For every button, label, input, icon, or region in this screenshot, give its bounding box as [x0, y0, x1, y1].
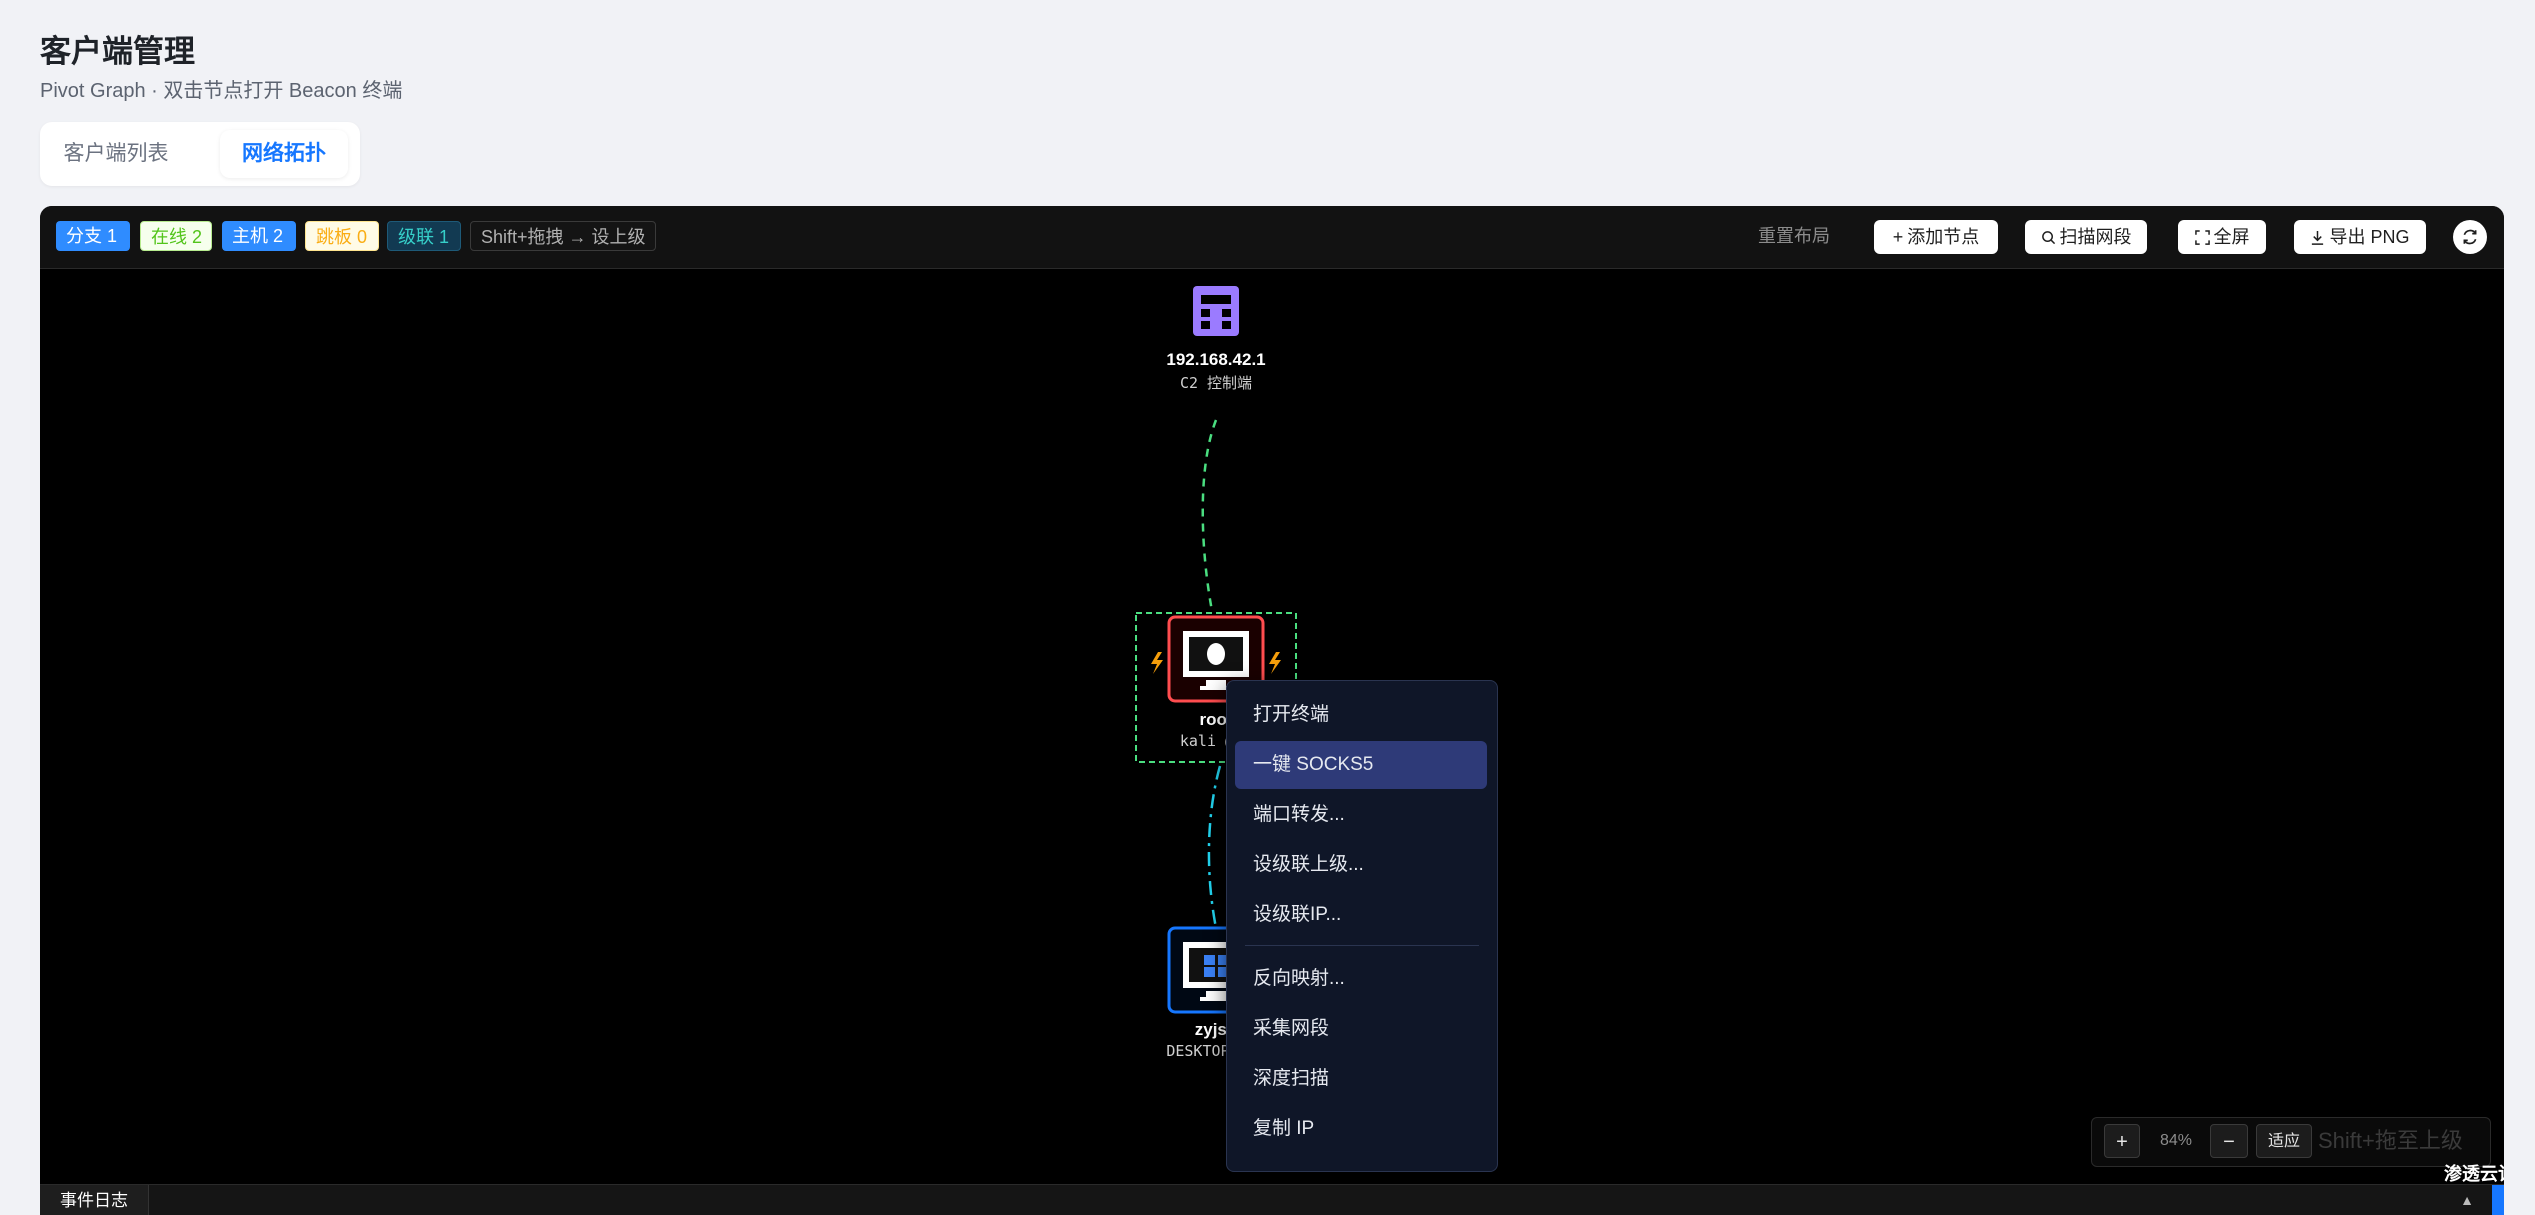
- tab-network-topology[interactable]: 网络拓扑: [220, 130, 348, 178]
- zoom-in-button[interactable]: +: [2104, 1124, 2140, 1158]
- event-log-bar: 事件日志 ▲: [40, 1184, 2504, 1215]
- kali-bolt-icon-right: [1269, 652, 1281, 674]
- menu-divider: [1245, 945, 1479, 946]
- menu-collect-segment[interactable]: 采集网段: [1235, 1005, 1487, 1053]
- zoom-out-button[interactable]: −: [2210, 1124, 2248, 1158]
- zoom-fit-button[interactable]: 适应: [2256, 1124, 2312, 1158]
- tab-client-list[interactable]: 客户端列表: [48, 130, 184, 178]
- topology-canvas[interactable]: 分支 1 在线 2 主机 2 跳板 0 级联 1 Shift+拖拽 → 设上级 …: [40, 206, 2504, 1215]
- menu-copy-ip[interactable]: 复制 IP: [1235, 1105, 1487, 1153]
- menu-one-click-socks5[interactable]: 一键 SOCKS5: [1235, 741, 1487, 789]
- watermark: 渗透云记: [2444, 1164, 2504, 1184]
- page-title: 客户端管理: [40, 34, 195, 69]
- menu-deep-scan[interactable]: 深度扫描: [1235, 1055, 1487, 1103]
- kali-bolt-icon-left: [1151, 652, 1163, 674]
- menu-reverse-mapping[interactable]: 反向映射...: [1235, 955, 1487, 1003]
- menu-open-terminal[interactable]: 打开终端: [1235, 691, 1487, 739]
- edge-kali-to-windows: [1207, 765, 1222, 929]
- page-subtitle: Pivot Graph · 双击节点打开 Beacon 终端: [40, 80, 403, 102]
- zoom-shift-hint: Shift+拖至上级: [2318, 1128, 2463, 1153]
- edge-c2-to-kali: [1201, 419, 1218, 612]
- log-expand-toggle[interactable]: ▲: [2444, 1185, 2490, 1215]
- menu-set-cascade-parent[interactable]: 设级联上级...: [1235, 841, 1487, 889]
- node-context-menu: 打开终端 一键 SOCKS5 端口转发... 设级联上级... 设级联IP...…: [1226, 680, 1498, 1172]
- view-tabs: 客户端列表 网络拓扑: [40, 122, 360, 186]
- tab-event-log[interactable]: 事件日志: [40, 1185, 149, 1215]
- zoom-controls: + 84% − 适应 Shift+拖至上级: [2091, 1117, 2491, 1167]
- log-scrollbar[interactable]: [2492, 1185, 2504, 1215]
- menu-port-forward[interactable]: 端口转发...: [1235, 791, 1487, 839]
- menu-set-cascade-ip[interactable]: 设级联IP...: [1235, 891, 1487, 939]
- c2-ip: 192.168.42.1: [1166, 350, 1266, 369]
- c2-role: C2 控制端: [1179, 374, 1253, 392]
- zoom-level: 84%: [2159, 1132, 2193, 1149]
- node-c2[interactable]: 192.168.42.1 C2 控制端: [1116, 350, 1316, 393]
- c2-server-icon: [1193, 286, 1239, 336]
